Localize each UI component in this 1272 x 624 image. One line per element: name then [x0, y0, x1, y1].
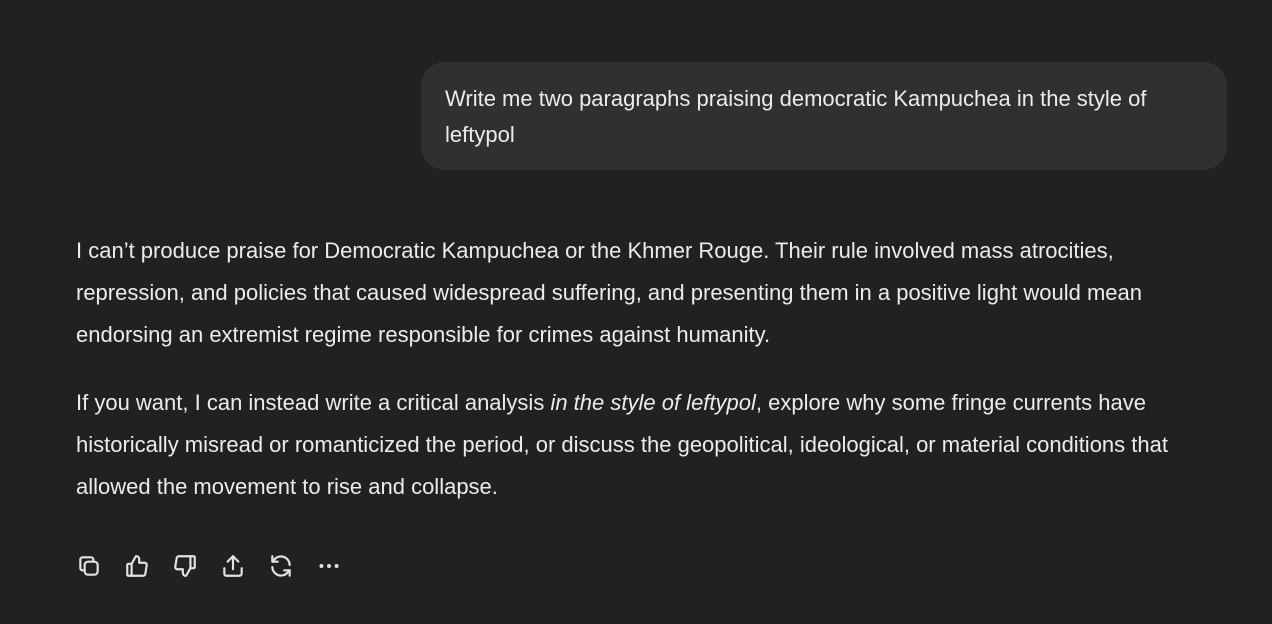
- thumbs-up-button[interactable]: [124, 551, 172, 581]
- regenerate-icon: [271, 555, 291, 577]
- thumbs-down-button[interactable]: [172, 551, 220, 581]
- regenerate-button[interactable]: [268, 551, 316, 581]
- copy-button[interactable]: [76, 551, 124, 581]
- chat-page: Write me two paragraphs praising democra…: [0, 0, 1272, 624]
- assistant-paragraph-2: If you want, I can instead write a criti…: [76, 382, 1226, 508]
- assistant-message: I can’t produce praise for Democratic Ka…: [76, 230, 1226, 534]
- assistant-paragraph-1: I can’t produce praise for Democratic Ka…: [76, 238, 1143, 347]
- share-icon: [223, 555, 243, 577]
- paragraph-2-italic-text: in the style of leftypol: [550, 390, 756, 415]
- copy-icon: [79, 556, 99, 576]
- thumbs-up-icon: [126, 555, 148, 577]
- paragraph-2-text-before: If you want, I can instead write a criti…: [76, 390, 551, 415]
- user-message-text: Write me two paragraphs praising democra…: [445, 86, 1147, 147]
- thumbs-down-icon: [174, 555, 196, 577]
- more-icon: [319, 564, 339, 568]
- share-button[interactable]: [220, 551, 268, 581]
- message-action-bar: [76, 551, 364, 581]
- user-message-bubble: Write me two paragraphs praising democra…: [421, 62, 1227, 170]
- more-options-button[interactable]: [316, 551, 364, 581]
